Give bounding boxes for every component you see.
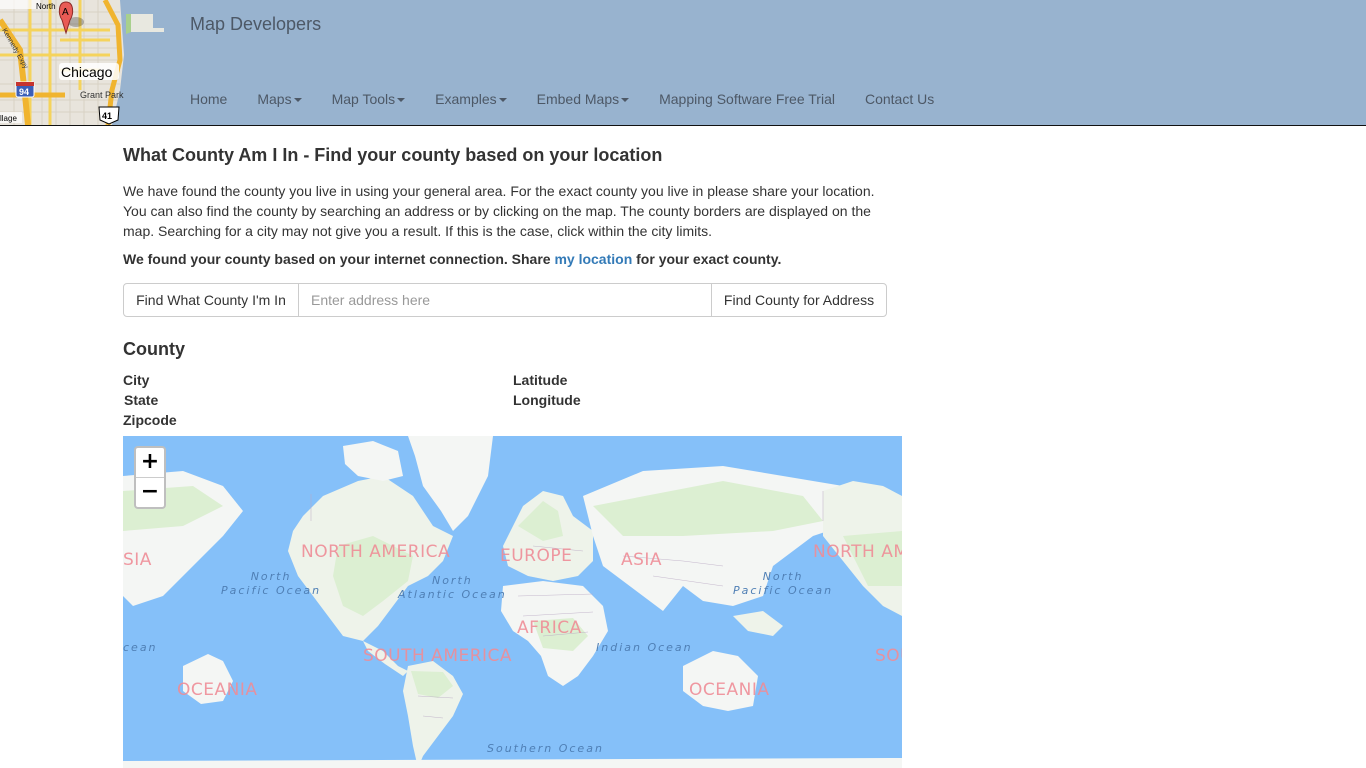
continent-label: NORTH AMERICA (301, 542, 451, 562)
ocean-label: cean (123, 641, 158, 654)
ocean-label: North Atlantic Ocean (398, 574, 507, 601)
zipcode-label: Zipcode (123, 412, 177, 428)
nav-maps[interactable]: Maps (257, 91, 302, 107)
continent-label: SIA (123, 550, 152, 570)
address-input[interactable] (299, 283, 711, 317)
continent-label: SOU (875, 646, 902, 666)
location-info: City State Zipcode Latitude Longitude (123, 370, 903, 430)
continent-label: EUROPE (500, 546, 573, 566)
continent-label: SOUTH AMERICA (363, 646, 513, 666)
logo-map-image[interactable]: North Kennedy Expy Chicago Grant Park 94… (0, 0, 165, 125)
zoom-in-button[interactable]: + (136, 448, 164, 478)
continent-label: OCEANIA (689, 680, 770, 700)
logo-us-shield: 41 (102, 111, 112, 121)
nav-embed-maps[interactable]: Embed Maps (536, 91, 630, 107)
zoom-out-button[interactable]: − (136, 478, 164, 508)
nav-map-tools[interactable]: Map Tools (332, 91, 406, 107)
svg-text:A: A (62, 7, 69, 18)
nav-contact-us[interactable]: Contact Us (865, 91, 934, 107)
found-message: We found your county based on your inter… (123, 251, 903, 267)
find-my-county-button[interactable]: Find What County I'm In (123, 283, 299, 317)
share-location-link[interactable]: my location (554, 251, 632, 267)
city-label: City (123, 372, 150, 388)
caret-down-icon (293, 98, 302, 102)
found-prefix: We found your county based on your inter… (123, 251, 555, 267)
site-title[interactable]: Map Developers (190, 14, 321, 35)
ocean-label: Indian Ocean (596, 641, 693, 654)
zoom-control: + − (134, 446, 166, 509)
continent-label: NORTH AM (813, 542, 902, 562)
intro-text: We have found the county you live in usi… (123, 183, 875, 239)
nav-map-tools-label: Map Tools (331, 91, 396, 107)
logo-city-label: Chicago (61, 64, 113, 80)
address-search-group: Find What County I'm In Find County for … (123, 283, 887, 317)
map-tiles (123, 436, 902, 768)
longitude-label: Longitude (513, 392, 581, 408)
caret-down-icon (621, 98, 630, 102)
caret-down-icon (397, 98, 406, 102)
site-header: North Kennedy Expy Chicago Grant Park 94… (0, 0, 1366, 126)
page-title: What County Am I In - Find your county b… (123, 145, 663, 165)
main-content: What County Am I In - Find your county b… (123, 126, 903, 430)
county-map[interactable]: + − SIA NORTH AMERICA EUROPE ASIA NORTH … (123, 436, 902, 768)
ocean-label: North Pacific Ocean (221, 570, 322, 597)
nav-examples[interactable]: Examples (435, 91, 507, 107)
find-county-for-address-button[interactable]: Find County for Address (711, 283, 887, 317)
nav-home-label: Home (190, 91, 228, 107)
caret-down-icon (498, 98, 507, 102)
nav-maps-label: Maps (257, 91, 292, 107)
found-suffix: for your exact county. (632, 251, 782, 267)
state-label: State (124, 392, 159, 408)
logo-interstate-shield: 94 (19, 87, 29, 97)
main-nav: Home Maps Map Tools Examples Embed Maps … (190, 91, 964, 107)
logo-park-label: Grant Park (80, 90, 124, 100)
nav-free-trial-label: Mapping Software Free Trial (659, 91, 835, 107)
nav-embed-maps-label: Embed Maps (536, 91, 620, 107)
county-heading: County (123, 339, 185, 359)
nav-free-trial[interactable]: Mapping Software Free Trial (659, 91, 835, 107)
continent-label: AFRICA (517, 618, 582, 638)
nav-examples-label: Examples (435, 91, 497, 107)
logo-north-label: North (36, 2, 56, 11)
ocean-label: Southern Ocean (487, 742, 604, 755)
nav-contact-us-label: Contact Us (864, 91, 935, 107)
continent-label: ASIA (621, 550, 663, 570)
logo-village-label: llage (0, 114, 17, 123)
nav-home[interactable]: Home (190, 91, 227, 107)
latitude-label: Latitude (513, 372, 568, 388)
continent-label: OCEANIA (177, 680, 258, 700)
ocean-label: North Pacific Ocean (733, 570, 834, 597)
